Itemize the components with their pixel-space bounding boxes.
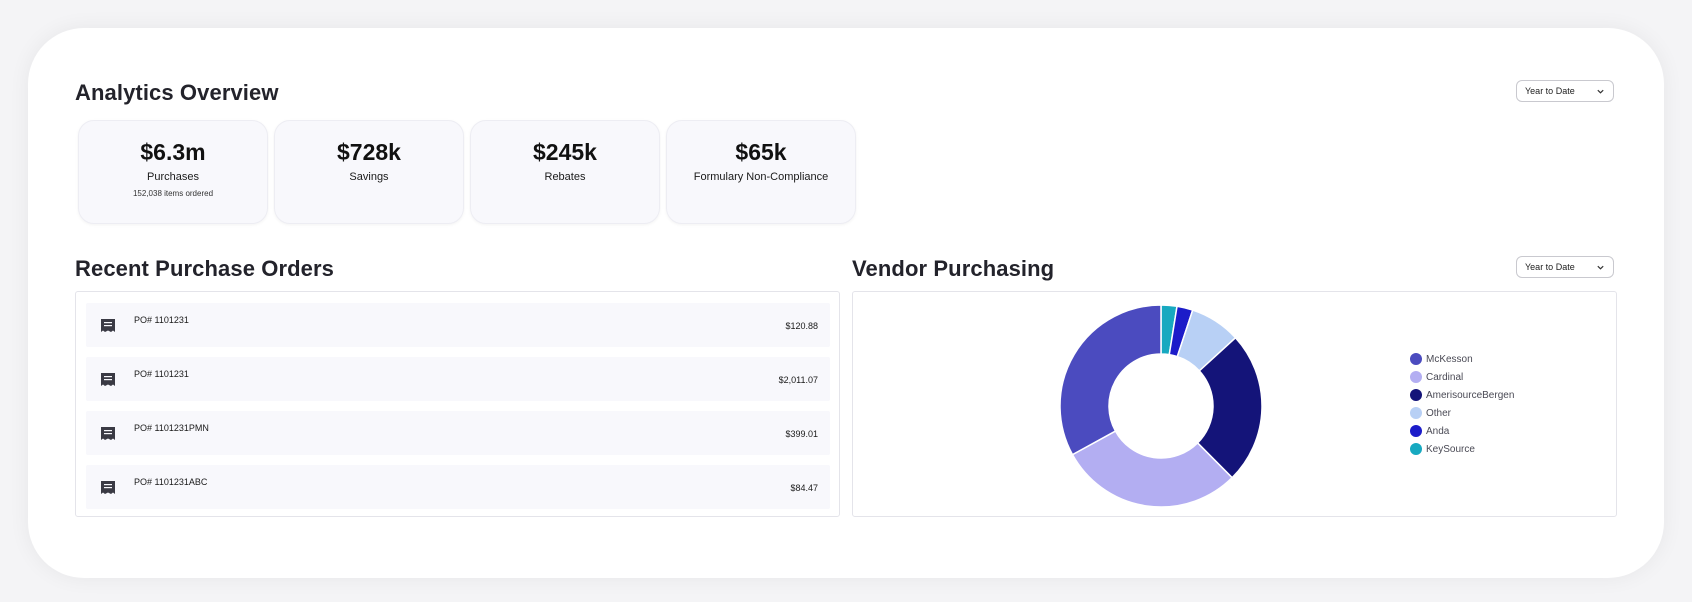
legend-item-keysource[interactable]: KeySource bbox=[1410, 440, 1514, 458]
purchase-order-row[interactable]: PO# 1101231 $120.88 bbox=[86, 303, 830, 347]
po-amount: $84.47 bbox=[790, 483, 818, 493]
receipt-icon bbox=[101, 373, 115, 386]
purchase-order-row[interactable]: PO# 1101231 $2,011.07 bbox=[86, 357, 830, 401]
legend-swatch bbox=[1410, 407, 1422, 419]
overview-range-dropdown[interactable]: Year to Date bbox=[1516, 80, 1614, 102]
legend-swatch bbox=[1410, 389, 1422, 401]
kpi-label: Purchases bbox=[147, 171, 199, 183]
vendor-range-dropdown[interactable]: Year to Date bbox=[1516, 256, 1614, 278]
kpi-card-formulary-non-compliance[interactable]: $65k Formulary Non-Compliance bbox=[666, 120, 856, 224]
legend-label: Cardinal bbox=[1426, 371, 1464, 383]
legend-item-other[interactable]: Other bbox=[1410, 404, 1514, 422]
legend-swatch bbox=[1410, 443, 1422, 455]
po-number: PO# 1101231ABC bbox=[134, 477, 208, 487]
legend-swatch bbox=[1410, 353, 1422, 365]
purchase-orders-panel: PO# 1101231 $120.88 PO# 1101231 $2,011.0… bbox=[75, 291, 840, 517]
po-number: PO# 1101231PMN bbox=[134, 423, 209, 433]
vendor-range-label: Year to Date bbox=[1525, 262, 1575, 272]
kpi-subtext: 152,038 items ordered bbox=[132, 189, 214, 198]
legend-label: AmerisourceBergen bbox=[1426, 389, 1515, 401]
receipt-icon bbox=[101, 319, 115, 332]
legend-label: McKesson bbox=[1426, 353, 1473, 365]
analytics-overview-title: Analytics Overview bbox=[75, 80, 279, 105]
legend-label: KeySource bbox=[1426, 443, 1475, 455]
kpi-card-purchases[interactable]: $6.3m Purchases 152,038 items ordered bbox=[78, 120, 268, 224]
kpi-card-savings[interactable]: $728k Savings bbox=[274, 120, 464, 224]
overview-range-label: Year to Date bbox=[1525, 86, 1575, 96]
legend-item-amerisourcebergen[interactable]: AmerisourceBergen bbox=[1410, 386, 1514, 404]
legend-item-anda[interactable]: Anda bbox=[1410, 422, 1514, 440]
kpi-label: Savings bbox=[349, 171, 389, 183]
legend-swatch bbox=[1410, 425, 1422, 437]
po-number: PO# 1101231 bbox=[134, 315, 189, 325]
kpi-label: Rebates bbox=[544, 171, 586, 183]
legend-label: Anda bbox=[1426, 425, 1450, 437]
legend-label: Other bbox=[1426, 407, 1452, 419]
vendor-donut-chart bbox=[1059, 304, 1263, 508]
kpi-label: Formulary Non-Compliance bbox=[693, 171, 829, 183]
legend-item-cardinal[interactable]: Cardinal bbox=[1410, 368, 1514, 386]
vendor-purchasing-title: Vendor Purchasing bbox=[852, 256, 1055, 281]
po-amount: $399.01 bbox=[785, 429, 818, 439]
chevron-down-icon bbox=[1597, 265, 1604, 270]
recent-purchase-orders-title: Recent Purchase Orders bbox=[75, 256, 334, 281]
po-number: PO# 1101231 bbox=[134, 369, 189, 379]
receipt-icon bbox=[101, 481, 115, 494]
kpi-value: $245k bbox=[533, 139, 597, 165]
kpi-value: $6.3m bbox=[140, 139, 206, 165]
po-amount: $120.88 bbox=[785, 321, 818, 331]
purchase-order-row[interactable]: PO# 1101231ABC $84.47 bbox=[86, 465, 830, 509]
purchase-order-row[interactable]: PO# 1101231PMN $399.01 bbox=[86, 411, 830, 455]
po-amount: $2,011.07 bbox=[778, 375, 818, 385]
kpi-value: $65k bbox=[735, 139, 787, 165]
chart-legend: McKesson Cardinal AmerisourceBergen Other An… bbox=[1410, 350, 1514, 458]
legend-swatch bbox=[1410, 371, 1422, 383]
legend-item-mckesson[interactable]: McKesson bbox=[1410, 350, 1514, 368]
chevron-down-icon bbox=[1597, 89, 1604, 94]
kpi-value: $728k bbox=[337, 139, 401, 165]
kpi-card-rebates[interactable]: $245k Rebates bbox=[470, 120, 660, 224]
receipt-icon bbox=[101, 427, 115, 440]
donut-slice-mckesson[interactable] bbox=[1059, 304, 1162, 456]
